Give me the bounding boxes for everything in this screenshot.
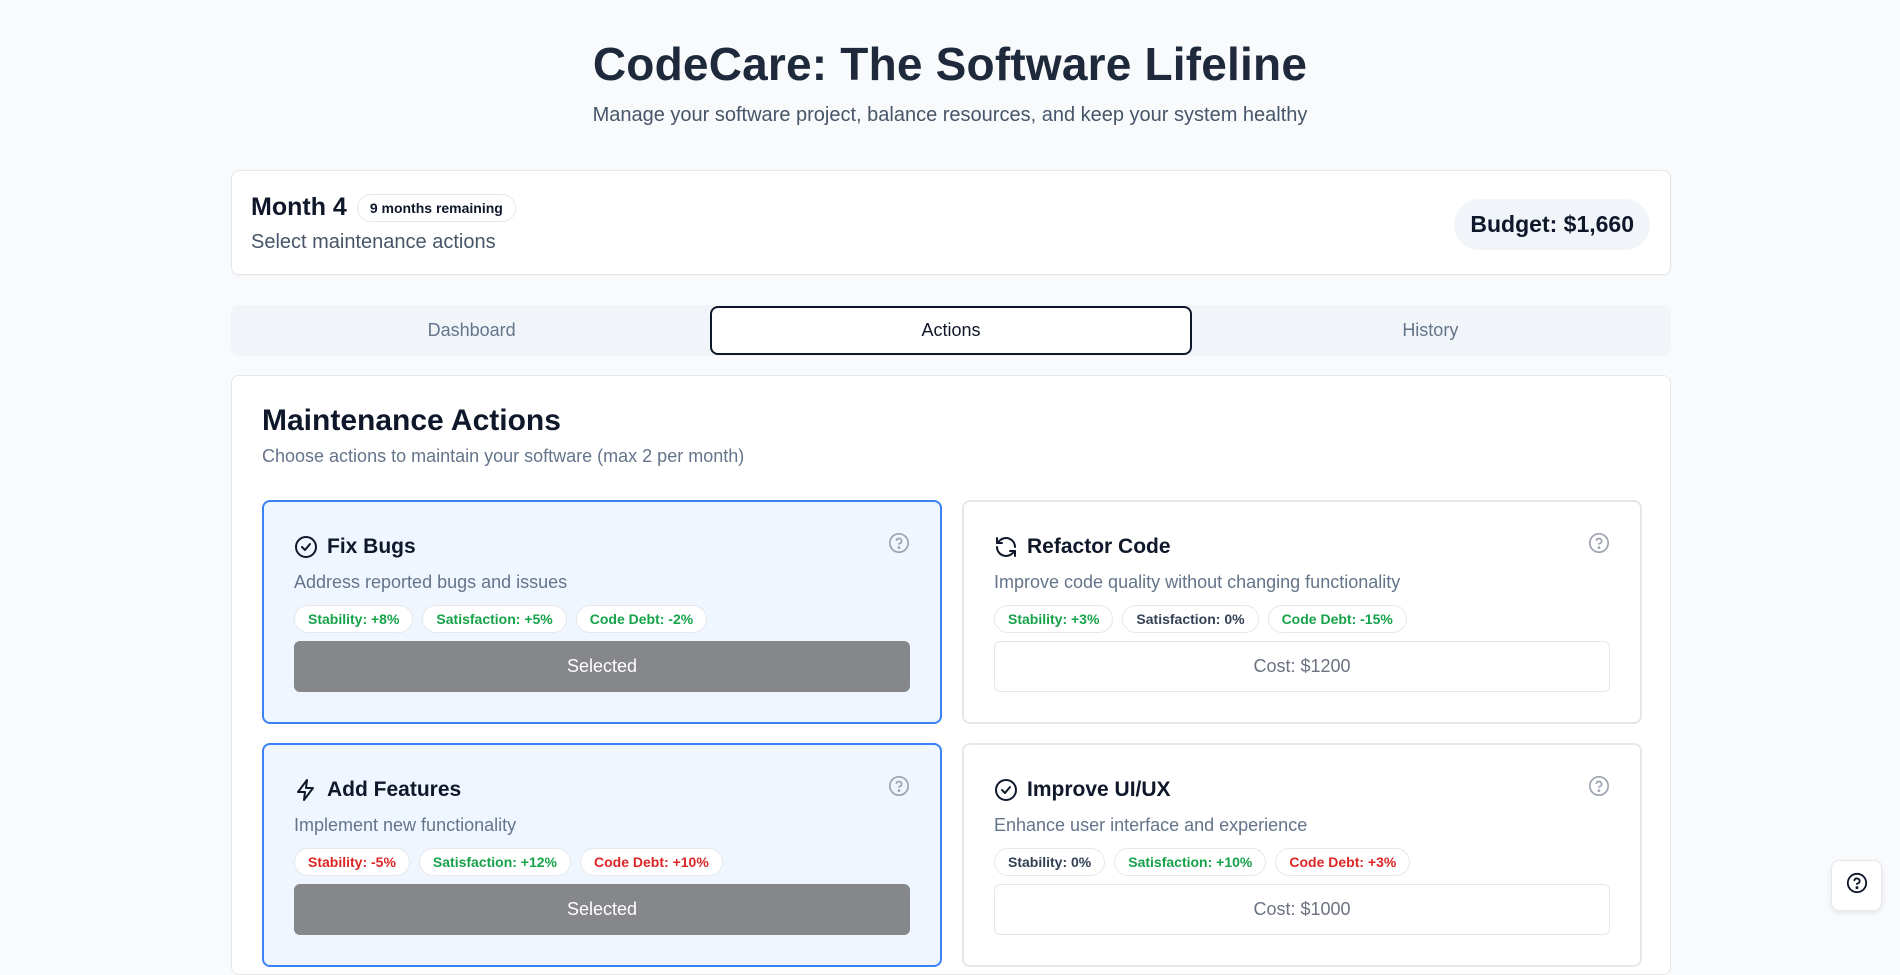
tab-dashboard[interactable]: Dashboard [233,306,710,355]
cost-button[interactable]: Cost: $1200 [994,641,1610,692]
check-circle-icon [294,535,318,559]
card-header: Improve UI/UX [994,778,1171,802]
status-card: Month 4 9 months remaining Select mainte… [231,170,1671,275]
effect-tags: Stability: 0% Satisfaction: +10% Code De… [994,848,1411,876]
app-title: CodeCare: The Software Lifeline [592,38,1308,90]
action-description: Address reported bugs and issues [294,572,568,592]
refresh-icon [994,535,1018,559]
action-title: Fix Bugs [327,535,416,558]
action-description: Improve code quality without changing fu… [994,572,1401,592]
effect-tags: Stability: +3% Satisfaction: 0% Code Deb… [994,605,1407,633]
tab-actions[interactable]: Actions [710,306,1192,355]
effect-badge: Stability: +8% [294,605,414,633]
effect-badge: Stability: 0% [994,848,1106,876]
card-header: Fix Bugs [294,535,416,559]
effect-badge: Code Debt: -2% [575,605,708,633]
effect-tags: Stability: +8% Satisfaction: +5% Code De… [294,605,708,633]
help-circle-icon[interactable] [1588,775,1610,797]
selected-button[interactable]: Selected [294,884,910,935]
help-circle-icon[interactable] [888,775,910,797]
effect-badge: Satisfaction: +12% [418,848,572,876]
card-header: Add Features [294,778,461,802]
action-title: Refactor Code [1027,535,1171,558]
action-card-add-features[interactable]: Add Features Implement new functionality… [262,743,942,967]
help-circle-icon [1846,872,1868,899]
help-circle-icon[interactable] [1588,532,1610,554]
panel-subtitle: Choose actions to maintain your software… [262,446,745,466]
month-label: Month 4 [251,193,347,221]
effect-tags: Stability: -5% Satisfaction: +12% Code D… [294,848,723,876]
budget-display: Budget: $1,660 [1454,199,1650,250]
page-header: CodeCare: The Software Lifeline Manage y… [0,0,1900,128]
effect-badge: Stability: -5% [294,848,410,876]
effect-badge: Stability: +3% [994,605,1114,633]
action-card-refactor-code[interactable]: Refactor Code Improve code quality witho… [962,500,1642,724]
effect-badge: Code Debt: -15% [1267,605,1407,633]
card-header: Refactor Code [994,535,1171,559]
tab-history[interactable]: History [1192,306,1669,355]
tab-bar: Dashboard Actions History [231,305,1671,356]
action-title: Improve UI/UX [1027,778,1171,801]
status-instruction: Select maintenance actions [251,231,496,253]
actions-panel: Maintenance Actions Choose actions to ma… [231,375,1671,975]
action-description: Implement new functionality [294,815,517,835]
panel-title: Maintenance Actions [262,404,561,437]
check-circle-icon [994,778,1018,802]
selected-button[interactable]: Selected [294,641,910,692]
month-row: Month 4 9 months remaining [251,193,516,222]
effect-badge: Code Debt: +3% [1275,848,1411,876]
action-card-improve-ui-ux[interactable]: Improve UI/UX Enhance user interface and… [962,743,1642,967]
months-remaining-badge: 9 months remaining [356,193,516,222]
effect-badge: Satisfaction: 0% [1122,605,1259,633]
effect-badge: Satisfaction: +5% [422,605,567,633]
help-button[interactable] [1831,860,1882,911]
app-subtitle: Manage your software project, balance re… [592,104,1308,126]
effect-badge: Satisfaction: +10% [1114,848,1267,876]
cost-button[interactable]: Cost: $1000 [994,884,1610,935]
help-circle-icon[interactable] [888,532,910,554]
lightning-icon [294,778,318,802]
action-description: Enhance user interface and experience [994,815,1308,835]
action-title: Add Features [327,778,462,801]
effect-badge: Code Debt: +10% [580,848,723,876]
action-card-fix-bugs[interactable]: Fix Bugs Address reported bugs and issue… [262,500,942,724]
